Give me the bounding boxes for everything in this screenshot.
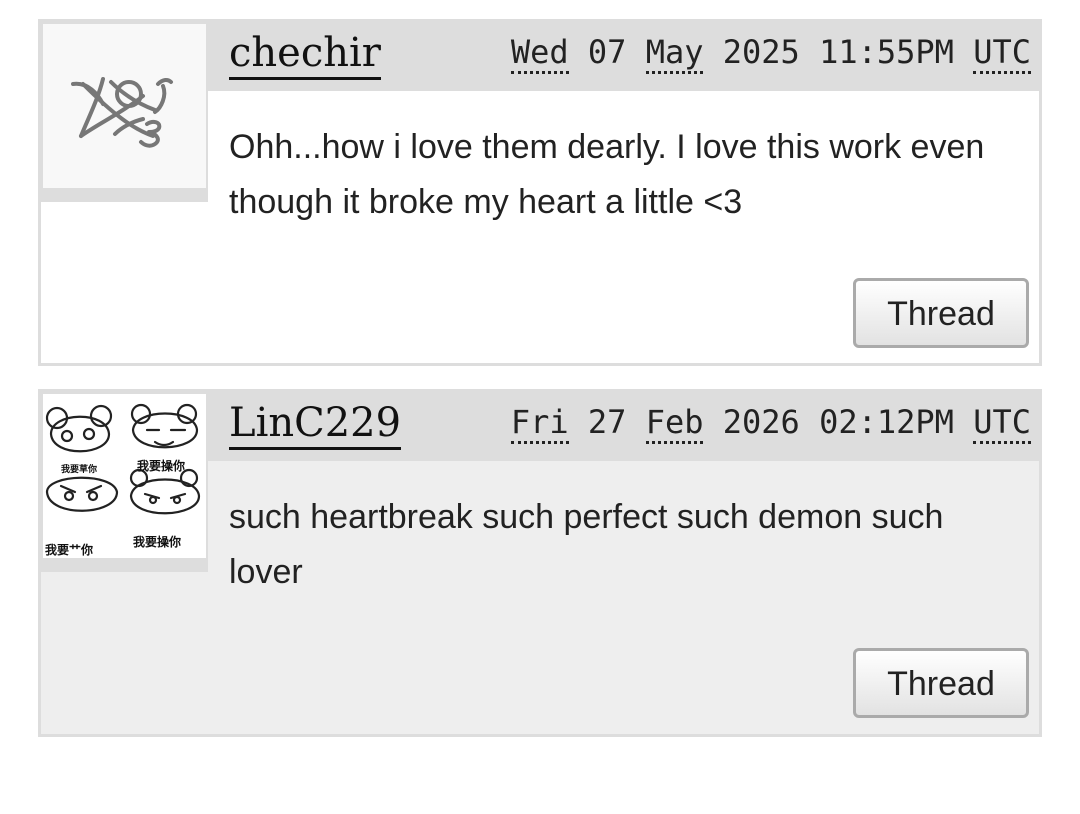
- username-link[interactable]: LinC229: [229, 400, 402, 450]
- cartoon-bears-avatar-icon: 我要草你 我要操你 我要艹你 我要操你: [45, 403, 201, 557]
- avatar[interactable]: 我要草你 我要操你 我要艹你 我要操你: [43, 394, 206, 558]
- month: May: [645, 33, 704, 74]
- avatar-caption: 我要操你: [133, 534, 181, 549]
- timezone: UTC: [973, 33, 1031, 74]
- thread-button[interactable]: Thread: [853, 648, 1029, 718]
- comment: chechir Wed 07 May 2025 11:55PM UTC Ohh.…: [38, 19, 1042, 366]
- comment-text: such heartbreak such perfect such demon …: [229, 498, 944, 591]
- comment-datetime: Fri 27 Feb 2026 02:12PM UTC: [510, 403, 1031, 444]
- username-link[interactable]: chechir: [229, 30, 381, 80]
- weekday: Wed: [510, 33, 569, 74]
- time: 11:55PM: [819, 33, 954, 71]
- avatar-frame: 我要草你 我要操你 我要艹你 我要操你: [41, 392, 208, 572]
- thread-button[interactable]: Thread: [853, 278, 1029, 348]
- month: Feb: [645, 403, 704, 444]
- comment-text: Ohh...how i love them dearly. I love thi…: [229, 128, 985, 221]
- weekday: Fri: [510, 403, 569, 444]
- avatar-caption: 我要草你: [61, 463, 97, 475]
- comment-datetime: Wed 07 May 2025 11:55PM UTC: [510, 33, 1031, 74]
- year: 2025: [722, 33, 800, 71]
- avatar-frame: [41, 22, 208, 202]
- avatar[interactable]: [43, 24, 206, 188]
- day: 07: [587, 33, 627, 71]
- avatar-caption: 我要操你: [137, 458, 185, 473]
- avatar-caption: 我要艹你: [45, 542, 93, 557]
- timezone: UTC: [973, 403, 1031, 444]
- time: 02:12PM: [819, 403, 954, 441]
- year: 2026: [722, 403, 800, 441]
- day: 27: [587, 403, 627, 441]
- sketch-avatar-icon: [71, 77, 173, 148]
- comment: 我要草你 我要操你 我要艹你 我要操你 LinC229 Fri 27 Feb 2…: [38, 389, 1042, 737]
- comment-header: chechir Wed 07 May 2025 11:55PM UTC: [208, 22, 1039, 91]
- comment-header: LinC229 Fri 27 Feb 2026 02:12PM UTC: [208, 392, 1039, 461]
